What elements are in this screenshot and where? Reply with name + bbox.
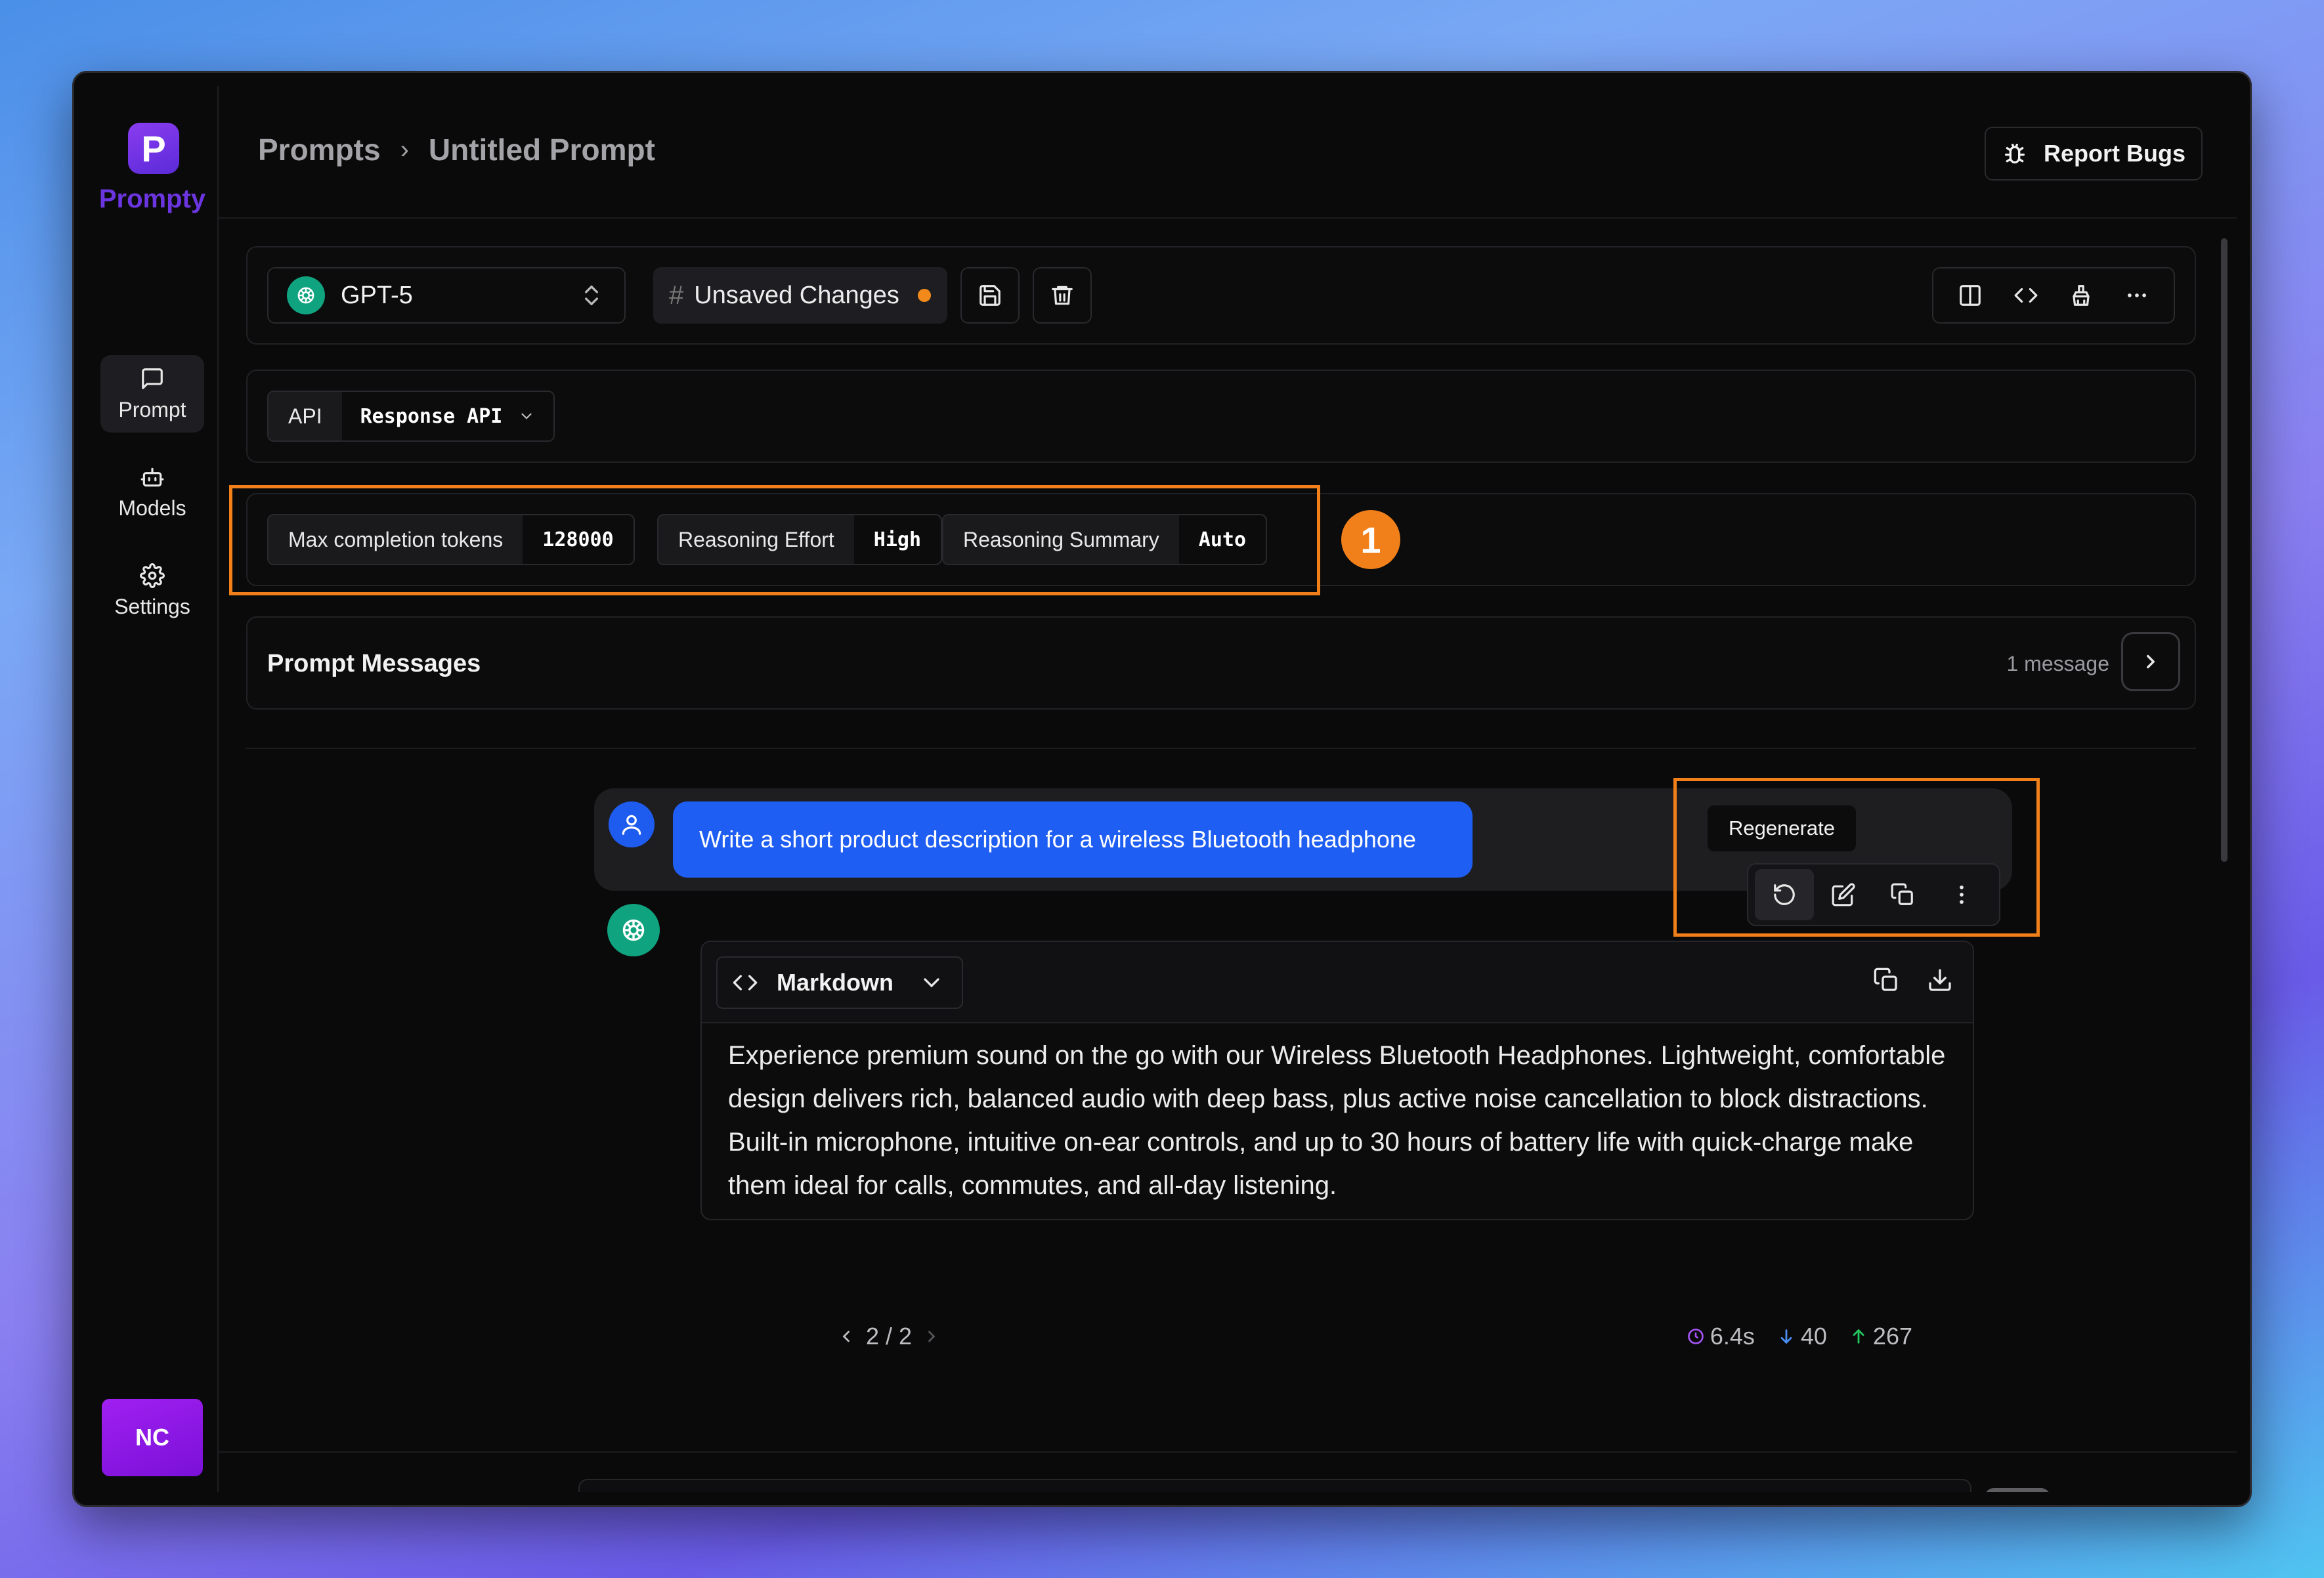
send-button[interactable] (1985, 1488, 2050, 1492)
model-name: GPT-5 (341, 281, 413, 309)
highlight-box-1 (229, 485, 1320, 595)
sidebar: P Prompty Prompt Models Settings NC (87, 86, 219, 1492)
header-divider (219, 217, 2237, 219)
response-text: Experience premium sound on the go with … (728, 1041, 1946, 1200)
chevron-up-down-icon (585, 286, 598, 305)
hash-icon: # (669, 280, 684, 310)
format-select[interactable]: Markdown (716, 956, 963, 1009)
response-stats: 6.4s 40 267 (1687, 1323, 1912, 1350)
save-icon (979, 285, 1001, 306)
response-actions (1873, 967, 1953, 993)
model-select[interactable]: GPT-5 (267, 267, 626, 324)
sidebar-item-label: Prompt (118, 397, 186, 421)
annotation-badge-1: 1 (1341, 510, 1400, 569)
openai-icon (287, 276, 325, 314)
report-bugs-button[interactable]: Report Bugs (1985, 127, 2203, 181)
sidebar-item-prompt[interactable]: Prompt (100, 355, 204, 433)
chevron-right-icon[interactable] (922, 1327, 941, 1346)
copy-icon[interactable] (1873, 967, 1899, 993)
chevron-left-icon[interactable] (837, 1327, 855, 1346)
message-square-icon (142, 368, 163, 389)
api-label: API (269, 392, 342, 440)
code-icon (733, 975, 758, 991)
message-input[interactable] (578, 1479, 1971, 1492)
clock-icon (1688, 1329, 1704, 1344)
logo-text: Prompty (98, 184, 206, 213)
app-inner: P Prompty Prompt Models Settings NC Prom… (87, 86, 2237, 1492)
logo-icon[interactable]: P (128, 123, 179, 174)
expand-messages-button[interactable] (2121, 632, 2180, 691)
prompt-messages-panel[interactable]: Prompt Messages 1 message (246, 616, 2196, 710)
toolbar-panel: GPT-5 # Unsaved Changes (246, 246, 2196, 345)
bug-icon (2005, 144, 2025, 163)
response-box: Markdown Experience premium sound on the… (700, 941, 1974, 1220)
bot-icon (140, 467, 164, 486)
sidebar-item-label: Settings (114, 594, 190, 618)
highlight-box-2 (1673, 778, 2040, 937)
sidebar-item-label: Models (118, 496, 186, 520)
delete-button[interactable] (1033, 267, 1092, 324)
api-select[interactable]: API Response API (267, 391, 555, 442)
scrollbar[interactable] (2221, 238, 2227, 862)
openai-icon (607, 904, 660, 956)
user-avatar[interactable]: NC (102, 1399, 203, 1476)
chevron-right-icon: › (400, 135, 409, 164)
arrow-down-icon (1780, 1329, 1792, 1344)
user-icon (609, 801, 655, 847)
more-horizontal-icon[interactable] (2124, 283, 2149, 308)
prompt-messages-count: 1 message (2006, 651, 2109, 675)
code-icon[interactable] (2013, 283, 2038, 308)
arrow-up-icon (1853, 1329, 1864, 1344)
api-panel: API Response API (246, 370, 2196, 463)
unsaved-changes-indicator: # Unsaved Changes (653, 267, 947, 324)
messages-divider (246, 748, 2196, 749)
split-view-icon[interactable] (1958, 283, 1983, 308)
save-button[interactable] (960, 267, 1020, 324)
unsaved-label: Unsaved Changes (694, 281, 899, 309)
api-value: Response API (342, 392, 554, 440)
view-toolgroup (1932, 267, 2175, 324)
stat-time: 6.4s (1687, 1323, 1755, 1350)
breadcrumb-prompts[interactable]: Prompts (258, 132, 381, 167)
breadcrumb: Prompts › Untitled Prompt (258, 132, 655, 167)
format-label: Markdown (777, 969, 894, 996)
gear-icon (140, 563, 165, 588)
user-message-bubble: Write a short product description for a … (673, 801, 1473, 878)
main-area: Prompts › Untitled Prompt Report Bugs GP… (219, 86, 2237, 1492)
response-pager: 2 / 2 (837, 1323, 941, 1350)
download-icon[interactable] (1927, 967, 1953, 993)
pager-label: 2 / 2 (866, 1323, 913, 1350)
brush-clean-icon[interactable] (2069, 283, 2094, 308)
chevron-down-icon (521, 413, 532, 419)
breadcrumb-current: Untitled Prompt (428, 133, 655, 167)
stat-tokens-out: 267 (1849, 1323, 1912, 1350)
prompt-messages-title: Prompt Messages (267, 649, 481, 677)
chevron-down-icon (924, 978, 939, 988)
unsaved-dot (917, 289, 931, 302)
footer-divider (219, 1451, 2237, 1453)
sidebar-item-settings[interactable]: Settings (100, 552, 204, 629)
stat-tokens-in: 40 (1777, 1323, 1827, 1350)
app-window: P Prompty Prompt Models Settings NC Prom… (72, 71, 2252, 1507)
sidebar-item-models[interactable]: Models (100, 454, 204, 531)
chevron-right-icon (2147, 654, 2155, 669)
response-header: Markdown (702, 942, 1973, 1023)
trash-icon (1052, 286, 1073, 305)
report-bugs-label: Report Bugs (2044, 140, 2185, 167)
